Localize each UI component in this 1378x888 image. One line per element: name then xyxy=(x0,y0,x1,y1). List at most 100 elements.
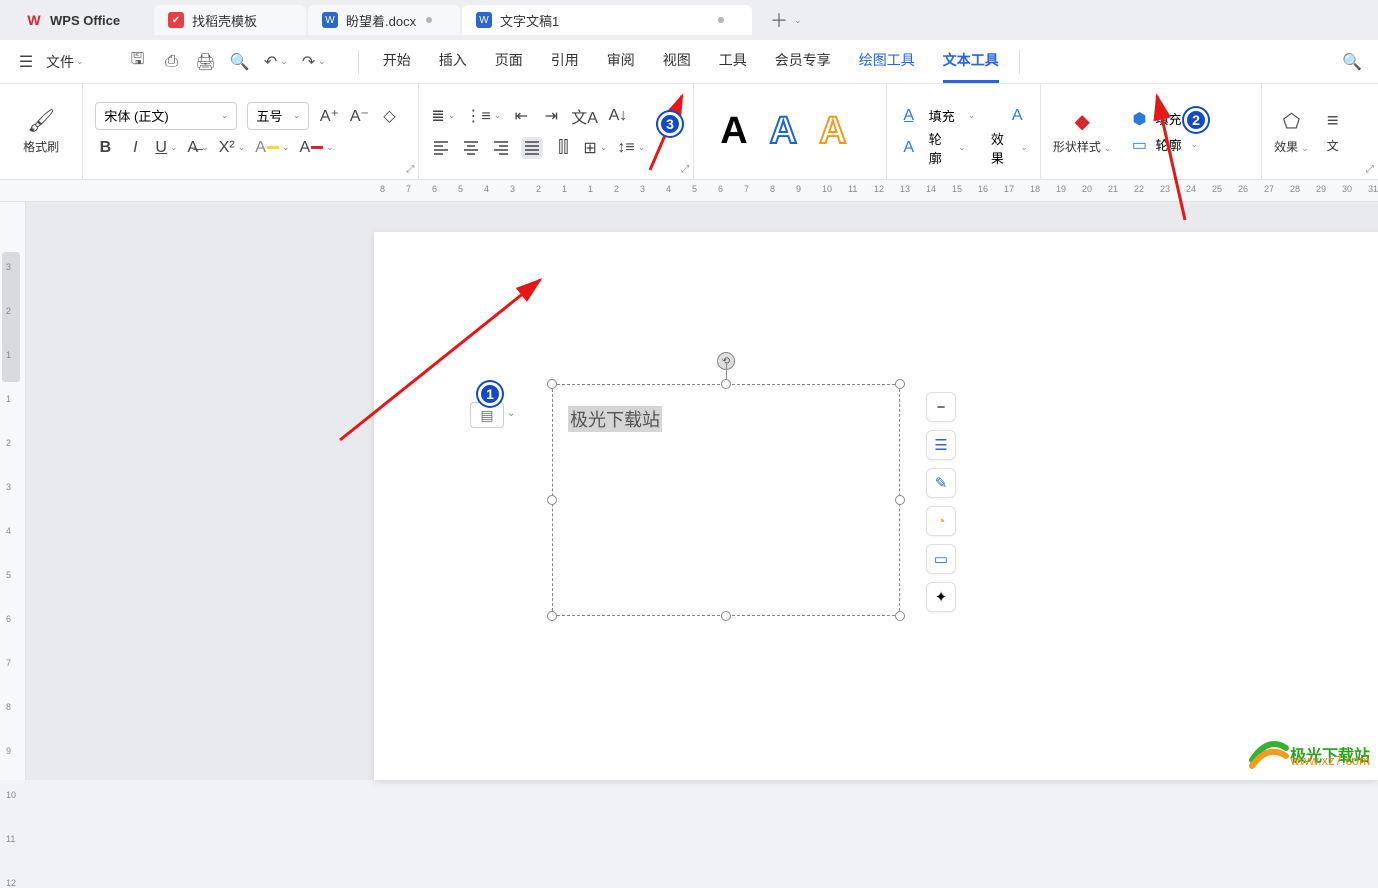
menu-icon[interactable]: ☰ xyxy=(16,52,36,72)
ruler-tick: 10 xyxy=(822,184,832,194)
undo-button[interactable]: ↶⌄ xyxy=(264,52,288,72)
bullets-icon[interactable]: ≣⌄ xyxy=(431,106,455,126)
font-size-select[interactable]: 五号 ⌄ xyxy=(247,102,309,130)
ruler-tick: 5 xyxy=(692,184,697,194)
justify-icon[interactable] xyxy=(521,137,543,159)
shape-3d-icon[interactable]: ⬠ xyxy=(1281,109,1301,134)
ruler-tick: 14 xyxy=(926,184,936,194)
text-effects-label: 效果 xyxy=(991,129,1008,167)
tab-text-tools[interactable]: 文本工具 xyxy=(943,40,999,83)
app-home-tab[interactable]: W WPS Office xyxy=(12,5,152,35)
ruler-tick: 3 xyxy=(510,184,515,194)
effects-dialog-launcher[interactable]: ⤢ xyxy=(1366,164,1374,175)
resize-handle-n[interactable] xyxy=(721,379,731,389)
font-dialog-launcher[interactable]: ⤢ xyxy=(406,164,414,175)
decrease-indent-icon[interactable]: ⇤ xyxy=(511,106,531,126)
ruler-tick: 4 xyxy=(6,526,11,536)
print-preview-icon[interactable]: 🔍 xyxy=(230,52,250,72)
underline-icon[interactable]: U⌄ xyxy=(155,139,177,157)
tab-document-1[interactable]: W 盼望着.docx xyxy=(308,5,460,35)
wordart-preset-3[interactable]: A xyxy=(819,110,846,153)
clear-format-icon[interactable]: ◇ xyxy=(379,106,399,126)
wordart-preset-2[interactable]: A xyxy=(770,110,797,153)
numbering-icon[interactable]: ⋮≡⌄ xyxy=(465,106,501,126)
resize-handle-sw[interactable] xyxy=(547,611,557,621)
rect-tool-button[interactable]: ▭ xyxy=(926,544,956,574)
resize-handle-s[interactable] xyxy=(721,611,731,621)
text-fill-icon[interactable]: A̲ xyxy=(899,107,919,125)
print-icon[interactable]: 🖨 xyxy=(196,52,216,72)
text-outline-icon[interactable]: A xyxy=(899,139,919,157)
save-icon[interactable]: 🖫 xyxy=(128,48,148,75)
distribute-icon[interactable]: ⫿⫿ xyxy=(553,139,573,157)
watermark: 极光下载站 www.xz7.com xyxy=(1246,732,1370,776)
tab-tools[interactable]: 工具 xyxy=(719,40,747,83)
decrease-font-icon[interactable]: A⁻ xyxy=(349,106,369,126)
resize-handle-se[interactable] xyxy=(895,611,905,621)
ruler-tick: 29 xyxy=(1316,184,1326,194)
tab-home[interactable]: 开始 xyxy=(383,40,411,83)
tab-document-2[interactable]: W 文字文稿1 xyxy=(462,5,752,35)
ruler-tick: 8 xyxy=(6,702,11,712)
ruler-tick: 6 xyxy=(6,614,11,624)
align-center-icon[interactable] xyxy=(461,139,481,157)
tab-page[interactable]: 页面 xyxy=(495,40,523,83)
ruler-tick: 2 xyxy=(614,184,619,194)
ruler-tick: 2 xyxy=(6,306,11,316)
resize-handle-e[interactable] xyxy=(895,495,905,505)
tab-reference[interactable]: 引用 xyxy=(551,40,579,83)
textbox-content[interactable]: 极光下载站 xyxy=(568,406,662,432)
pen-tool-button[interactable]: ✎ xyxy=(926,468,956,498)
increase-indent-icon[interactable]: ⇥ xyxy=(541,106,561,126)
new-tab-menu[interactable]: ⌄ xyxy=(794,15,802,26)
tab-member[interactable]: 会员专享 xyxy=(775,40,831,83)
highlight-tool-button[interactable]: ◔ xyxy=(926,506,956,536)
ruler-tick: 1 xyxy=(6,350,11,360)
superscript-icon[interactable]: X²⌄ xyxy=(219,139,246,157)
sparkle-button[interactable]: ✦ xyxy=(926,582,956,612)
shape-style-icon[interactable]: ◆ xyxy=(1072,109,1092,134)
format-painter-icon[interactable]: 🖌 xyxy=(27,108,55,134)
align-left-icon[interactable] xyxy=(431,139,451,157)
new-tab-button[interactable]: ＋ xyxy=(770,7,788,33)
ltr-icon[interactable]: A↓ xyxy=(608,107,628,125)
collapse-button[interactable]: − xyxy=(926,392,956,422)
highlight-icon[interactable]: A⌄ xyxy=(255,139,289,157)
italic-icon[interactable]: I xyxy=(125,139,145,157)
font-color-icon[interactable]: A⌄ xyxy=(299,139,333,157)
ruler-vertical[interactable]: 321123456789101112 xyxy=(0,202,26,780)
text-cut-label: 文 xyxy=(1327,137,1339,154)
align-right-icon[interactable] xyxy=(491,139,511,157)
resize-handle-ne[interactable] xyxy=(895,379,905,389)
ruler-tick: 18 xyxy=(1030,184,1040,194)
font-name-value: 宋体 (正文) xyxy=(104,106,168,125)
increase-font-icon[interactable]: A⁺ xyxy=(319,106,339,126)
bold-icon[interactable]: B xyxy=(95,139,115,157)
wordart-preset-1[interactable]: A xyxy=(720,110,747,153)
text-effects-icon[interactable]: A xyxy=(1007,107,1027,125)
text-direction-icon[interactable]: 文A xyxy=(571,104,598,128)
columns-icon[interactable]: ⊞⌄ xyxy=(583,138,607,158)
ruler-tick: 21 xyxy=(1108,184,1118,194)
tab-insert[interactable]: 插入 xyxy=(439,40,467,83)
textbox-selected[interactable]: ⟲ 极光下载站 ▤ ⌄ xyxy=(552,384,900,616)
file-menu[interactable]: 文件 ⌄ xyxy=(46,52,84,72)
tab-review[interactable]: 审阅 xyxy=(607,40,635,83)
search-icon[interactable]: 🔍 xyxy=(1342,52,1362,72)
ruler-tick: 11 xyxy=(6,834,15,844)
pane-toggle-button[interactable]: ☰ xyxy=(926,430,956,460)
wps-logo-icon: W xyxy=(26,12,42,28)
strikethrough-icon[interactable]: A̶⌄ xyxy=(187,139,208,157)
tab-template[interactable]: ✔ 找稻壳模板 xyxy=(154,5,306,35)
tab-view[interactable]: 视图 xyxy=(663,40,691,83)
redo-button[interactable]: ↷⌄ xyxy=(302,52,326,72)
annotation-marker-1: 1 xyxy=(478,382,502,406)
ruler-tick: 6 xyxy=(718,184,723,194)
caret-icon: ⌄ xyxy=(76,56,84,67)
font-name-select[interactable]: 宋体 (正文) ⌄ xyxy=(95,102,237,130)
export-icon[interactable]: ⎙ xyxy=(162,53,182,71)
tab-drawing-tools[interactable]: 绘图工具 xyxy=(859,40,915,83)
ruler-tick: 11 xyxy=(848,184,857,194)
resize-handle-w[interactable] xyxy=(547,495,557,505)
text-cut-icon[interactable]: ≡ xyxy=(1323,110,1343,133)
